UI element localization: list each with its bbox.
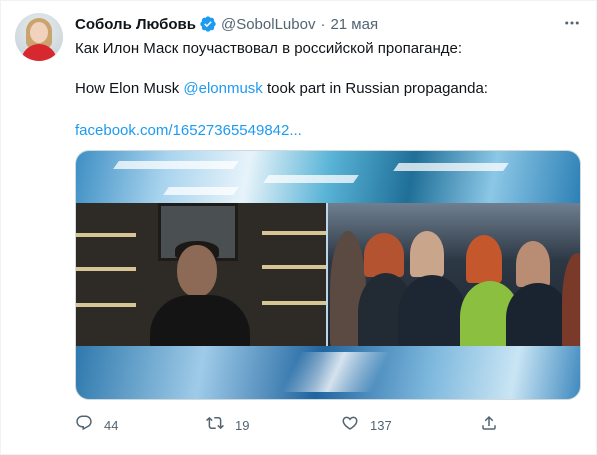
retweet-button[interactable]: 19 xyxy=(206,414,249,436)
media-bottom-graphic xyxy=(76,346,580,399)
author-handle[interactable]: @SobolLubov xyxy=(221,16,315,33)
tweet-text-en-start: How Elon Musk xyxy=(75,80,184,97)
tweet-date[interactable]: 21 мая xyxy=(330,16,378,33)
reply-count: 44 xyxy=(104,417,119,433)
media-preview-image[interactable] xyxy=(75,150,581,400)
like-button[interactable]: 137 xyxy=(341,414,392,436)
header-separator: · xyxy=(320,15,326,33)
retweet-count: 19 xyxy=(235,417,250,433)
tweet-text-en: How Elon Musk @elonmusk took part in Rus… xyxy=(75,79,488,99)
more-options-icon[interactable] xyxy=(563,14,581,32)
like-count: 137 xyxy=(370,417,392,433)
share-button[interactable] xyxy=(480,414,498,436)
tweet-text-en-end: took part in Russian propaganda: xyxy=(262,80,488,97)
media-top-graphic xyxy=(76,151,580,203)
tweet-actions: 44 19 137 xyxy=(75,414,505,436)
retweet-icon xyxy=(206,414,224,437)
share-icon xyxy=(480,414,498,437)
tweet-card[interactable]: Соболь Любовь @SobolLubov · 21 мая Как И… xyxy=(0,0,597,455)
mention-link[interactable]: @elonmusk xyxy=(183,80,262,97)
video-frame-left xyxy=(76,203,326,346)
tweet-text-ru: Как Илон Маск поучаствовал в российской … xyxy=(75,40,463,57)
video-frame-right xyxy=(328,203,580,346)
reply-button[interactable]: 44 xyxy=(75,414,118,436)
avatar[interactable] xyxy=(15,13,63,61)
heart-icon xyxy=(341,414,359,437)
external-link[interactable]: facebook.com/16527365549842... xyxy=(75,121,302,141)
reply-icon xyxy=(75,414,93,437)
verified-badge-icon xyxy=(199,15,217,33)
author-name[interactable]: Соболь Любовь xyxy=(75,16,196,33)
tweet-header: Соболь Любовь @SobolLubov · 21 мая xyxy=(75,14,378,34)
